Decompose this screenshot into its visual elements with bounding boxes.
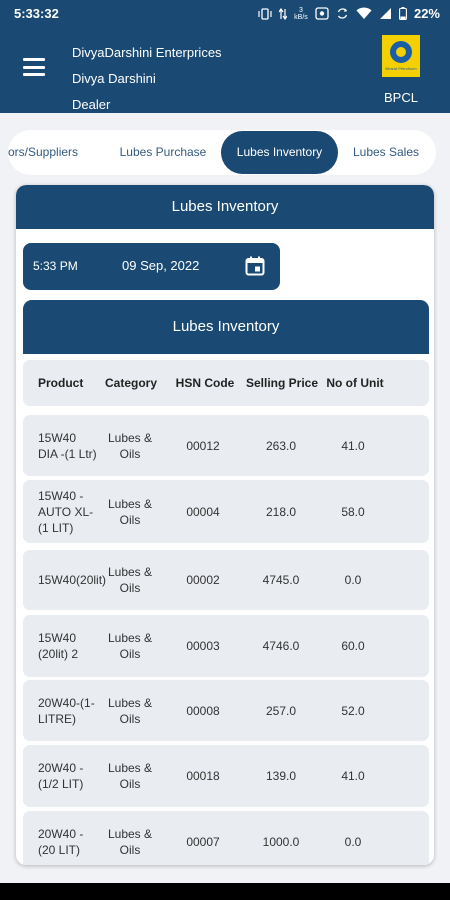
cell-price: 1000.0 xyxy=(262,835,300,849)
calendar-icon[interactable] xyxy=(245,256,265,276)
cell-category: Lubes & Oils xyxy=(107,695,153,726)
cell-category: Lubes & Oils xyxy=(107,565,153,595)
tab-suppliers[interactable]: ors/Suppliers xyxy=(8,130,103,175)
cell-category: Lubes & Oils xyxy=(107,827,153,857)
menu-icon[interactable] xyxy=(23,58,45,76)
table-row[interactable]: 20W40 -(1/2 LIT) Lubes & Oils 00018 139.… xyxy=(23,745,429,807)
cell-units: 60.0 xyxy=(341,639,365,653)
table-row[interactable]: 20W40-(1-LITRE) Lubes & Oils 00008 257.0… xyxy=(23,680,429,741)
header-titles: DivyaDarshini Enterprices Divya Darshini… xyxy=(72,40,222,118)
cell-price: 257.0 xyxy=(265,703,297,718)
inventory-table: Product Category HSN Code Selling Price … xyxy=(23,360,429,865)
cell-product: 15W40(20lit) xyxy=(38,573,107,587)
speed-value: 3 xyxy=(299,6,303,14)
date-picker-date: 09 Sep, 2022 xyxy=(122,258,200,273)
wifi-icon xyxy=(356,7,372,19)
bpcl-logo: Bharat Petroleum xyxy=(380,33,422,79)
cell-hsn: 00002 xyxy=(186,573,220,587)
cell-units: 0.0 xyxy=(344,573,362,587)
system-nav-bar xyxy=(0,883,450,900)
cell-product: 15W40 (20lit) 2 xyxy=(38,631,79,661)
sync-icon xyxy=(337,8,348,19)
table-row[interactable]: 15W40 (20lit) 2 Lubes & Oils 00003 4746.… xyxy=(23,615,429,677)
battery-percent: 22% xyxy=(413,6,440,21)
cell-price: 218.0 xyxy=(265,504,297,519)
vibrate-icon xyxy=(258,7,272,20)
cell-category: Lubes & Oils xyxy=(107,761,153,791)
cell-category: Lubes & Oils xyxy=(107,631,153,661)
inventory-card: Lubes Inventory 5:33 PM 09 Sep, 2022 Lub… xyxy=(16,185,434,865)
status-time: 5:33:32 xyxy=(14,6,59,21)
user-name: Divya Darshini xyxy=(72,71,156,86)
column-header-product: Product xyxy=(38,376,84,390)
tab-lubes-inventory[interactable]: Lubes Inventory xyxy=(221,131,338,174)
cell-units: 41.0 xyxy=(341,438,365,453)
date-picker-time: 5:33 PM xyxy=(33,259,78,273)
bpcl-logo-text: Bharat Petroleum xyxy=(385,66,417,71)
cell-price: 139.0 xyxy=(265,769,297,783)
inventory-table-title: Lubes Inventory xyxy=(23,300,429,354)
cell-product: 20W40-(1-LITRE) xyxy=(38,695,95,726)
signal-icon xyxy=(379,8,391,19)
company-name: DivyaDarshini Enterprices xyxy=(72,45,222,60)
arrows-up-down-icon xyxy=(278,7,287,20)
cell-hsn: 00004 xyxy=(186,504,220,519)
table-row[interactable]: 15W40 DIA -(1 Ltr) Lubes & Oils 00012 26… xyxy=(23,415,429,476)
cell-hsn: 00018 xyxy=(186,769,220,783)
cell-units: 52.0 xyxy=(341,703,365,718)
cell-units: 58.0 xyxy=(341,504,365,519)
cell-hsn: 00003 xyxy=(186,639,220,653)
cell-price: 4745.0 xyxy=(262,573,300,587)
tab-lubes-sales[interactable]: Lubes Sales xyxy=(344,130,428,175)
main-content: ors/Suppliers Lubes Purchase Lubes Inven… xyxy=(0,113,450,883)
column-header-hsn: HSN Code xyxy=(175,376,235,390)
speed-unit: kB/s xyxy=(294,13,308,21)
tab-lubes-purchase[interactable]: Lubes Purchase xyxy=(112,130,214,175)
cell-units: 41.0 xyxy=(341,769,365,783)
cell-hsn: 00007 xyxy=(186,835,220,849)
cell-category: Lubes & Oils xyxy=(107,430,153,461)
screenshot-icon xyxy=(315,7,329,20)
table-header-row: Product Category HSN Code Selling Price … xyxy=(23,360,429,406)
app-bar: DivyaDarshini Enterprices Divya Darshini… xyxy=(0,27,450,113)
card-title: Lubes Inventory xyxy=(16,185,434,229)
battery-icon xyxy=(399,7,407,20)
tab-bar[interactable]: ors/Suppliers Lubes Purchase Lubes Inven… xyxy=(8,130,436,175)
cell-price: 263.0 xyxy=(265,438,297,453)
table-row[interactable]: 20W40 -(20 LIT) Lubes & Oils 00007 1000.… xyxy=(23,811,429,865)
status-bar: 5:33:32 3 kB/s 22% xyxy=(0,0,450,27)
cell-product: 20W40 -(20 LIT) xyxy=(38,827,84,857)
cell-product: 15W40 -AUTO XL-(1 LIT) xyxy=(38,488,94,535)
table-row[interactable]: 15W40 -AUTO XL-(1 LIT) Lubes & Oils 0000… xyxy=(23,480,429,543)
brand-label: BPCL xyxy=(384,90,418,105)
cell-hsn: 00012 xyxy=(186,438,220,453)
cell-category: Lubes & Oils xyxy=(107,496,153,527)
cell-price: 4746.0 xyxy=(262,639,300,653)
column-header-price: Selling Price xyxy=(245,376,319,390)
cell-product: 15W40 DIA -(1 Ltr) xyxy=(38,430,97,461)
cell-units: 0.0 xyxy=(344,835,362,849)
cell-hsn: 00008 xyxy=(186,703,220,718)
bpcl-logo-icon xyxy=(390,41,412,63)
cell-product: 20W40 -(1/2 LIT) xyxy=(38,761,84,791)
column-header-units: No of Unit xyxy=(326,376,384,390)
column-header-category: Category xyxy=(104,376,157,390)
date-picker[interactable]: 5:33 PM 09 Sep, 2022 xyxy=(23,243,280,290)
network-speed: 3 kB/s xyxy=(294,7,308,21)
table-row[interactable]: 15W40(20lit) Lubes & Oils 00002 4745.0 0… xyxy=(23,550,429,610)
